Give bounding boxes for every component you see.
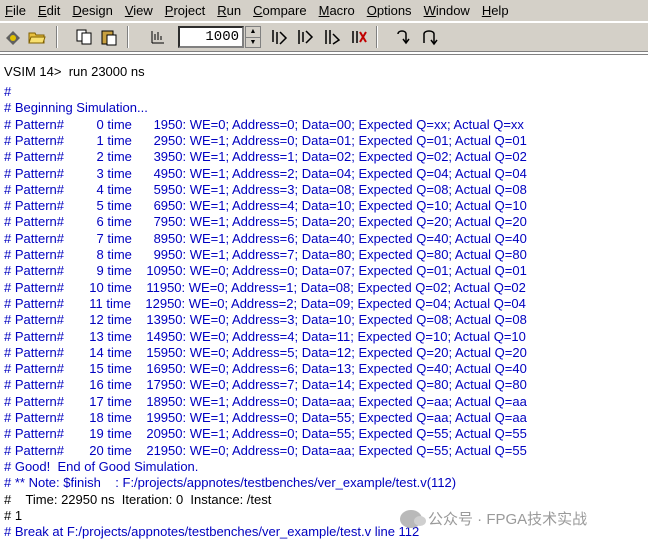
- transcript-line: # Pattern# 3 time 4950: WE=1; Address=2;…: [4, 165, 527, 181]
- watermark: 公众号 · FPGA技术实战: [400, 508, 587, 529]
- transcript-line: # Pattern# 16 time 17950: WE=0; Address=…: [4, 377, 527, 393]
- transcript-line: # Pattern# 4 time 5950: WE=1; Address=3;…: [4, 181, 527, 197]
- toolbar: 1000 ▲ ▼: [0, 22, 648, 52]
- run-length-spinner[interactable]: ▲ ▼: [245, 26, 261, 48]
- transcript-line: # ** Note: $finish : F:/projects/appnote…: [4, 475, 457, 491]
- transcript-line: # Pattern# 10 time 11950: WE=0; Address=…: [4, 279, 526, 295]
- transcript-line: # Pattern# 1 time 2950: WE=1; Address=0;…: [4, 132, 527, 148]
- transcript-window[interactable]: VSIM 14> run 23000 ns # # Beginning Simul…: [0, 54, 648, 545]
- wechat-icon: [400, 509, 426, 528]
- menu-compare[interactable]: Compare: [248, 0, 313, 21]
- menu-run[interactable]: Run: [212, 0, 248, 21]
- menu-options[interactable]: Options: [362, 0, 419, 21]
- transcript-line: # Pattern# 7 time 8950: WE=1; Address=6;…: [4, 230, 527, 246]
- paste-icon[interactable]: [99, 27, 119, 47]
- command-line: VSIM 14> run 23000 ns: [4, 64, 145, 80]
- menu-help[interactable]: Help: [477, 0, 516, 21]
- menu-window[interactable]: Window: [419, 0, 477, 21]
- transcript-line: # Pattern# 11 time 12950: WE=0; Address=…: [4, 295, 526, 311]
- run-length-icon[interactable]: [148, 27, 168, 47]
- command-text: run 23000 ns: [68, 64, 145, 79]
- run-all-icon[interactable]: [322, 27, 342, 47]
- transcript-line: # Pattern# 5 time 6950: WE=1; Address=4;…: [4, 198, 527, 214]
- transcript-line: # Pattern# 19 time 20950: WE=1; Address=…: [4, 426, 527, 442]
- transcript-line: # Beginning Simulation...: [4, 100, 148, 116]
- menu-project[interactable]: Project: [160, 0, 212, 21]
- menu-view[interactable]: View: [120, 0, 160, 21]
- transcript-line: # Pattern# 8 time 9950: WE=1; Address=7;…: [4, 247, 527, 262]
- open-folder-icon[interactable]: [27, 27, 47, 47]
- menu-design[interactable]: Design: [67, 0, 119, 21]
- menu-edit[interactable]: Edit: [33, 0, 67, 21]
- transcript-line: # Pattern# 2 time 3950: WE=1; Address=1;…: [4, 149, 527, 165]
- transcript-line: # Pattern# 13 time 14950: WE=0; Address=…: [4, 328, 526, 344]
- transcript-line: # Good! End of Good Simulation.: [4, 458, 199, 474]
- run-icon[interactable]: [269, 27, 289, 47]
- transcript-line: # Pattern# 9 time 10950: WE=0; Address=0…: [4, 263, 527, 279]
- menu-macro[interactable]: Macro: [314, 0, 362, 21]
- transcript-line: # Time: 22950 ns Iteration: 0 Instance: …: [4, 491, 272, 507]
- transcript-line: # Pattern# 0 time 1950: WE=0; Address=0;…: [4, 116, 524, 132]
- transcript-line: # Pattern# 6 time 7950: WE=1; Address=5;…: [4, 214, 527, 230]
- copy-icon[interactable]: [74, 27, 94, 47]
- break-icon[interactable]: [349, 27, 369, 47]
- transcript-line: #: [4, 84, 12, 99]
- transcript-line: # Pattern# 12 time 13950: WE=0; Address=…: [4, 312, 527, 328]
- step-icon[interactable]: [393, 27, 413, 47]
- transcript-line: # Break at F:/projects/appnotes/testbenc…: [4, 524, 420, 540]
- run-continue-icon[interactable]: [295, 27, 315, 47]
- prompt: VSIM 14>: [4, 64, 62, 79]
- transcript-line: # Pattern# 17 time 18950: WE=1; Address=…: [4, 393, 527, 409]
- transcript-line: # Pattern# 18 time 19950: WE=1; Address=…: [4, 410, 527, 425]
- watermark-text: 公众号 · FPGA技术实战: [428, 511, 588, 528]
- transcript-line: # Pattern# 14 time 15950: WE=0; Address=…: [4, 344, 527, 360]
- run-length-input[interactable]: 1000: [178, 26, 244, 48]
- menu-file[interactable]: File: [0, 0, 33, 21]
- open-design-icon[interactable]: [3, 27, 23, 47]
- transcript-line: # Pattern# 15 time 16950: WE=0; Address=…: [4, 361, 527, 377]
- menu-bar: File Edit Design View Project Run Compare Macro…: [0, 0, 648, 21]
- transcript-line: # Pattern# 20 time 21950: WE=0; Address=…: [4, 442, 527, 458]
- transcript-line: # 1: [4, 507, 23, 523]
- step-over-icon[interactable]: [420, 27, 440, 47]
